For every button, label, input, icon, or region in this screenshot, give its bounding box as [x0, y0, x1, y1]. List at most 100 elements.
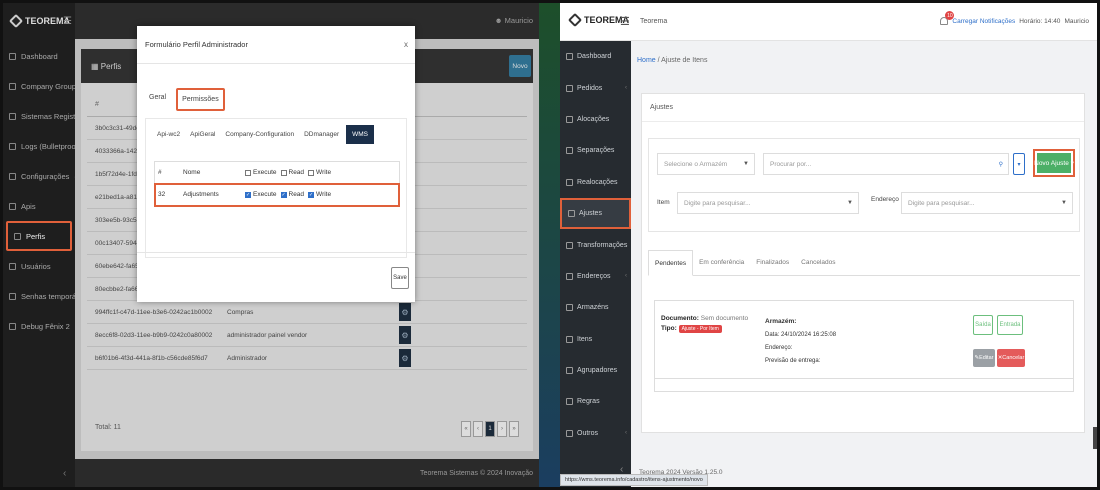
sidebar-item-5[interactable]: Ajustes [560, 197, 631, 230]
dot-icon [14, 232, 21, 240]
hamburger-icon[interactable]: ☰ [63, 16, 72, 27]
novo-ajuste-button[interactable]: Novo Ajuste ▾ [1033, 149, 1075, 177]
sidebar-item-label: Company Groups [21, 81, 80, 91]
left-sidebar: TEOREMA Dashboard Company Groups Sistemas … [3, 3, 88, 487]
row-id: 994ffc1f-c47d-11ee-b3e6-0242ac1b0002 [95, 308, 213, 316]
sidebar-item-7[interactable]: Endereços ‹ [560, 261, 631, 292]
right-menu: Dashboard Pedidos ‹ Alocações Separações Real… [560, 41, 631, 449]
sidebar-item-label: Separações [577, 147, 615, 155]
checkbox-icon [245, 169, 251, 176]
status-tab[interactable]: Cancelados [795, 250, 841, 275]
sidebar-item-6[interactable]: Transformações [560, 229, 631, 260]
table-row[interactable]: 994ffc1f-c47d-11ee-b3e6-0242ac1b0002 Comp… [87, 301, 527, 324]
saida-button[interactable]: Saída [973, 315, 993, 335]
sidebar-item-9[interactable]: Itens [560, 324, 631, 355]
endereco-select[interactable]: Digite para pesquisar... ▼ [901, 192, 1073, 214]
search-input[interactable]: Procurar por... ⚲ [763, 153, 1009, 175]
breadcrumb-home[interactable]: Home [637, 57, 656, 64]
hamburger-icon[interactable]: ☰ [620, 15, 630, 28]
gear-icon[interactable]: ⚙ [399, 326, 411, 344]
armazem-select[interactable]: Selecione o Armazém ▼ [657, 153, 755, 175]
novo-button[interactable]: Novo [509, 55, 531, 77]
list-icon [9, 112, 16, 120]
page-button[interactable]: 1 [485, 421, 495, 437]
close-icon[interactable]: x [404, 40, 408, 49]
user-name[interactable]: ☻ Mauricio [495, 16, 533, 25]
permission-row: 32 Adjustments ✓ Execute ✓ Read ✓ Write [154, 183, 400, 207]
sidebar-item-3[interactable]: Separações [560, 135, 631, 166]
table-row[interactable]: 8ecc6f8-02d3-11ee-b9b9-0242c0a80002 admin… [87, 324, 527, 347]
dropdown-toggle-button[interactable]: ▾ [1013, 153, 1025, 175]
ajuste-card-body: Documento: Sem documento Tipo: Ajuste - … [655, 301, 1073, 379]
api-tab[interactable]: Company-Configuration [222, 125, 297, 144]
read-all-checkbox[interactable]: Read [280, 169, 304, 176]
write-all-checkbox[interactable]: Write [308, 169, 331, 176]
sidebar-item-3[interactable]: Logs (Bulletproof) [3, 131, 80, 161]
gear-icon[interactable]: ⚙ [399, 303, 411, 321]
sidebar-item-1[interactable]: Pedidos ‹ [560, 72, 631, 103]
document-info: Documento: Sem documento Tipo: Ajuste - … [661, 315, 748, 333]
cancelar-button[interactable]: ✕ Cancelar [997, 349, 1025, 367]
sidebar-item-7[interactable]: Usuários [3, 251, 75, 281]
item-select[interactable]: Digite para pesquisar... ▼ [677, 192, 859, 214]
bell-icon[interactable]: 10 [940, 11, 955, 25]
sidebar-item-label: Outros [577, 429, 599, 437]
load-notifications-link[interactable]: Carregar Notificações [952, 18, 1015, 25]
endereco-label: Endereço [871, 196, 899, 203]
refresh-icon [566, 178, 573, 186]
page-button[interactable]: ‹ [473, 421, 483, 437]
bug-icon [9, 322, 16, 330]
endereco-text: Endereço: [765, 345, 793, 351]
sidebar-item-8[interactable]: Armazéns [560, 292, 631, 323]
sidebar-item-4[interactable]: Configurações‹ [3, 161, 77, 191]
sidebar-item-2[interactable]: Sistemas Regist. [3, 101, 77, 131]
api-tab[interactable]: ApiGeral [187, 125, 218, 144]
sidebar-item-0[interactable]: Dashboard [560, 41, 631, 72]
cancelar-label: Cancelar [1002, 355, 1025, 361]
sidebar-item-12[interactable]: Outros ‹ [560, 418, 631, 449]
right-sidebar: Dashboard Pedidos ‹ Alocações Separações Real… [560, 41, 631, 487]
rules-icon [566, 398, 573, 406]
status-tab[interactable]: Pendentes [648, 250, 694, 276]
gear-icon[interactable]: ⚙ [399, 349, 411, 367]
page-button[interactable]: « [461, 421, 471, 437]
status-tab[interactable]: Em conferência [693, 250, 750, 275]
sidebar-item-1[interactable]: Company Groups [3, 71, 80, 101]
user-name[interactable]: Mauricio [1064, 18, 1089, 25]
page-button[interactable]: » [509, 421, 519, 437]
tab-geral[interactable]: Geral [145, 88, 170, 111]
read-checkbox[interactable]: ✓ Read [280, 191, 304, 198]
api-tab[interactable]: Api-wc2 [154, 125, 183, 144]
sidebar-item-10[interactable]: Agrupadores [560, 355, 631, 386]
perfil-modal: Formulário Perfil Administrador x Geral … [137, 26, 415, 302]
chevron-left-icon: ‹ [625, 85, 627, 92]
sidebar-item-6[interactable]: Perfis [6, 221, 72, 251]
table-row[interactable]: b6f01b6-4f3d-441a-8f1b-c56cde85f6d7 Admin… [87, 347, 527, 370]
api-tab[interactable]: WMS [346, 125, 375, 144]
execute-all-checkbox[interactable]: Execute [245, 169, 277, 176]
sidebar-item-9[interactable]: Debug Fênix 2‹ [3, 311, 77, 341]
page-button[interactable]: › [497, 421, 507, 437]
sidebar-item-2[interactable]: Alocações [560, 104, 631, 135]
sidebar-item-4[interactable]: Realocações [560, 167, 631, 198]
status-tab[interactable]: Finalizados [750, 250, 795, 275]
novo-ajuste-label: Novo Ajuste ▾ [1034, 153, 1074, 173]
save-button[interactable]: Save [391, 267, 409, 289]
sidebar-item-0[interactable]: Dashboard [3, 41, 75, 71]
scrollbar[interactable] [1093, 427, 1097, 449]
sidebar-item-label: Itens [577, 335, 593, 343]
editar-button[interactable]: ✎ Editar [973, 349, 995, 367]
sidebar-item-11[interactable]: Regras [560, 386, 631, 417]
sidebar-item-label: Dashboard [577, 53, 612, 61]
api-tab[interactable]: DDmanager [301, 125, 342, 144]
write-checkbox[interactable]: ✓ Write [308, 191, 331, 198]
entrada-button[interactable]: Entrada [997, 315, 1023, 335]
sidebar-item-5[interactable]: Apis [3, 191, 75, 221]
checkbox-icon [308, 169, 315, 176]
row-name: Compras [227, 308, 254, 316]
sidebar-item-8[interactable]: Senhas temporárias [3, 281, 88, 311]
collapse-icon[interactable]: ‹ [63, 468, 66, 479]
execute-checkbox[interactable]: ✓ Execute [245, 191, 277, 198]
tab-permissoes[interactable]: Permissões [176, 88, 225, 111]
row-num: 32 [158, 191, 166, 198]
